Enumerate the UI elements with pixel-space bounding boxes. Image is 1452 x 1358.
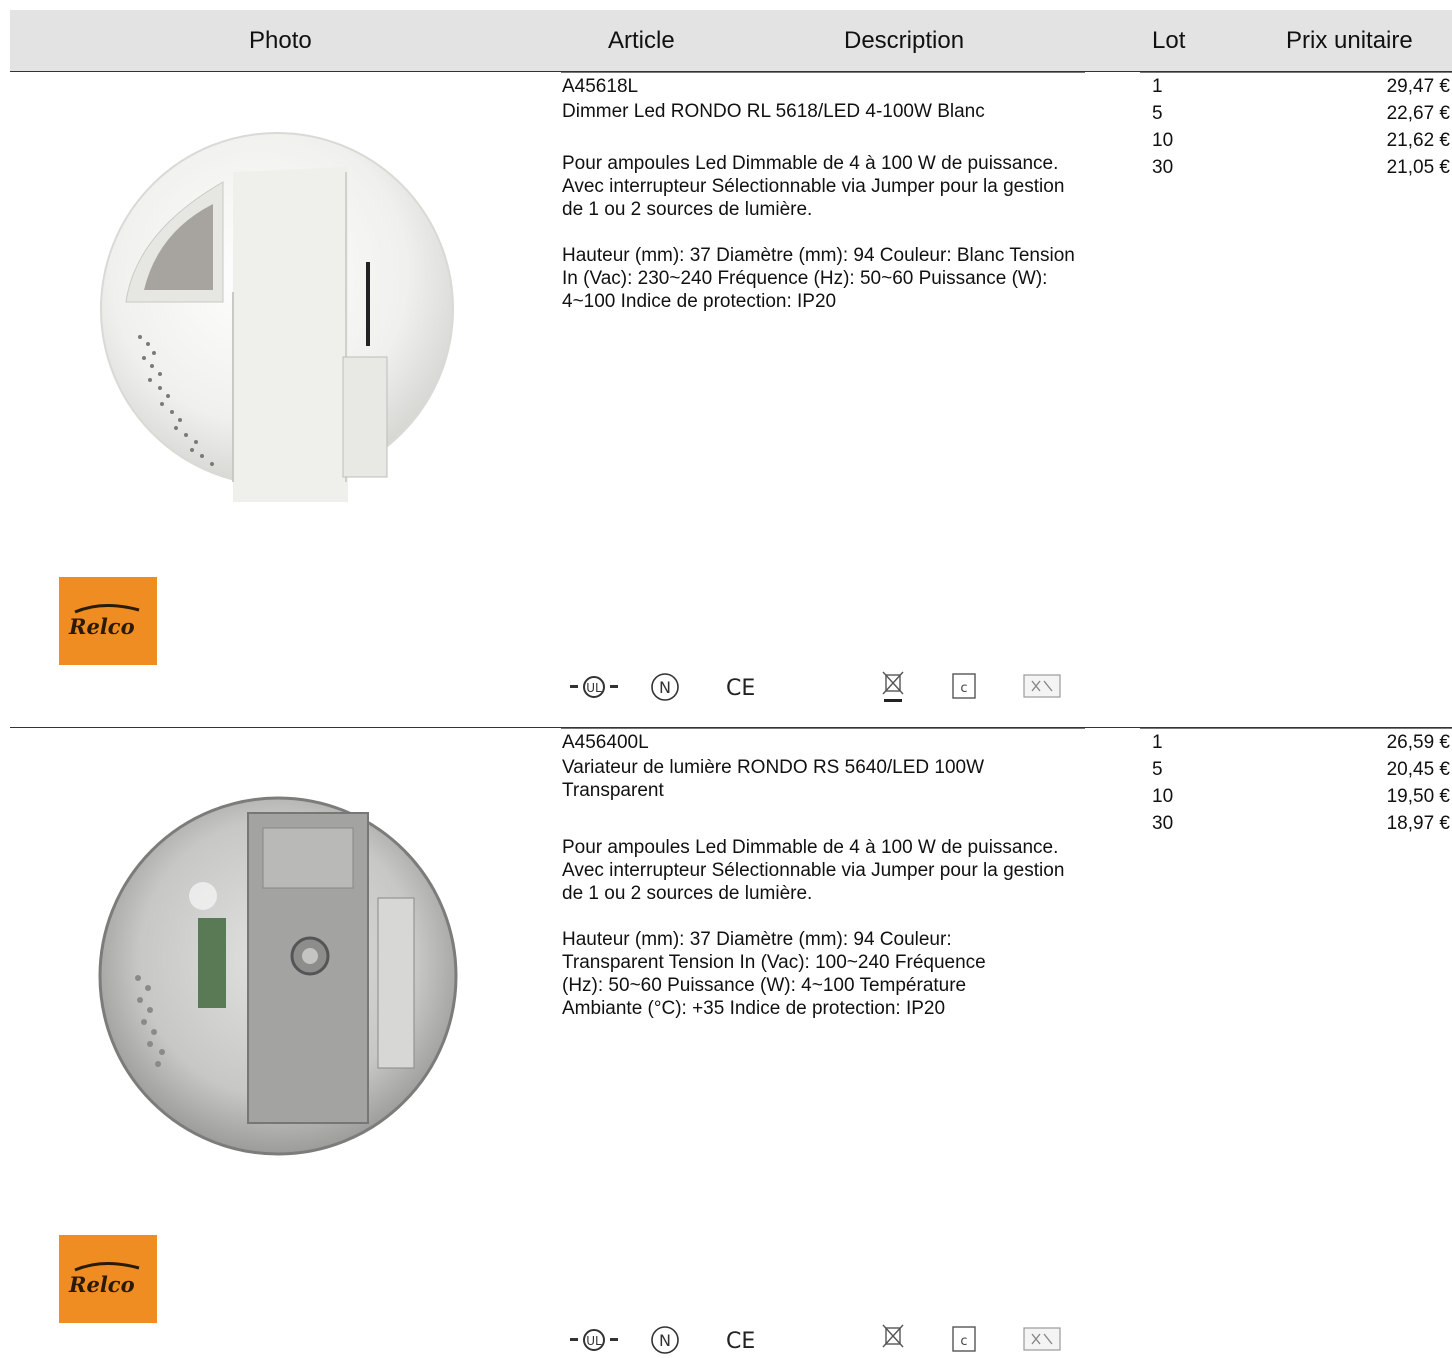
lot-row: 5 20,45 € [1140,758,1450,785]
table-header: Photo Article Description Lot Prix unita… [10,10,1452,72]
unit-price: 26,59 € [1386,732,1450,753]
svg-text:CE: CE [726,1329,755,1354]
product-photo [88,112,478,522]
lot-row: 1 29,47 € [1140,75,1450,102]
lot-quantity: 10 [1152,786,1174,807]
specs-paragraph: Hauteur (mm): 37 Diamètre (mm): 94 Coule… [562,245,1075,312]
unit-price: 18,97 € [1386,813,1450,834]
lot-row: 30 18,97 € [1140,812,1450,839]
lot-row: 10 21,62 € [1140,129,1450,156]
ce-icon: CE [726,1329,755,1354]
article-divider [561,72,1085,73]
lot-quantity: 5 [1152,103,1163,124]
c-box-icon: c [952,673,976,699]
lot-row: 1 26,59 € [1140,731,1450,758]
specs-paragraph: Hauteur (mm): 37 Diamètre (mm): 94 Coule… [562,929,986,1019]
brand-logo-text: Relco [69,614,135,639]
brand-logo: Relco [59,577,157,665]
article-code: A45618L [562,76,639,97]
lot-row: 10 19,50 € [1140,785,1450,812]
lot-quantity: 10 [1152,130,1174,151]
product-photo [88,778,478,1168]
brand-logo: Relco [59,1235,157,1323]
product-row: Relco A45618L Dimmer Led RONDO RL 5618/L… [0,72,1452,727]
unit-price: 21,62 € [1386,130,1450,151]
article-divider [561,728,1085,729]
lot-quantity: 5 [1152,759,1163,780]
unit-price: 21,05 € [1386,157,1450,178]
svg-text:UL: UL [586,1334,602,1348]
unit-price: 22,67 € [1386,103,1450,124]
lot-row: 5 22,67 € [1140,102,1450,129]
lot-quantity: 1 [1152,76,1163,97]
header-description: Description [844,27,965,54]
lot-quantity: 30 [1152,813,1174,834]
ul-icon: UL [570,676,618,698]
brand-logo-text: Relco [69,1272,135,1297]
svg-text:CE: CE [726,676,755,701]
unit-price: 20,45 € [1386,759,1450,780]
article-name: Dimmer Led RONDO RL 5618/LED 4-100W Blan… [562,101,985,122]
c-box-icon: c [952,1326,976,1352]
description-paragraph: Pour ampoules Led Dimmable de 4 à 100 W … [562,153,1065,220]
certification-icons: UL N CE c [562,1322,1082,1358]
header-prix-unitaire: Prix unitaire [1286,27,1413,54]
lot-price-list: 1 29,47 € 5 22,67 € 10 21,62 € 30 21,05 … [1140,75,1450,183]
article-description: Pour ampoules Led Dimmable de 4 à 100 W … [562,836,1082,1043]
ce-icon: CE [726,676,755,701]
svg-text:N: N [659,678,671,697]
unit-price: 19,50 € [1386,786,1450,807]
svg-text:N: N [659,1331,671,1350]
lot-price-list: 1 26,59 € 5 20,45 € 10 19,50 € 30 18,97 … [1140,731,1450,839]
n-mark-icon: N [651,673,679,701]
lot-quantity: 1 [1152,732,1163,753]
description-paragraph: Pour ampoules Led Dimmable de 4 à 100 W … [562,837,1065,904]
certification-icons: UL N CE c [562,669,1082,705]
unit-price: 29,47 € [1386,76,1450,97]
product-row: Relco A456400L Variateur de lumière ROND… [0,728,1452,1358]
article-code: A456400L [562,732,649,753]
header-article: Article [608,27,675,54]
lot-row: 30 21,05 € [1140,156,1450,183]
lot-divider [1140,72,1452,73]
header-photo: Photo [249,27,312,54]
article-description: Pour ampoules Led Dimmable de 4 à 100 W … [562,152,1082,336]
lot-quantity: 30 [1152,157,1174,178]
n-mark-icon: N [651,1326,679,1354]
header-lot: Lot [1152,27,1186,54]
lot-divider [1140,728,1452,729]
svg-text:c: c [960,1334,967,1349]
rohs-icon [1023,674,1061,698]
rohs-icon [1023,1327,1061,1351]
svg-text:c: c [960,681,967,696]
ul-icon: UL [570,1329,618,1351]
article-name: Variateur de lumière RONDO RS 5640/LED 1… [562,757,985,801]
weee-bin-icon [882,1324,904,1348]
weee-bin-icon [882,671,904,702]
svg-text:UL: UL [586,681,602,695]
